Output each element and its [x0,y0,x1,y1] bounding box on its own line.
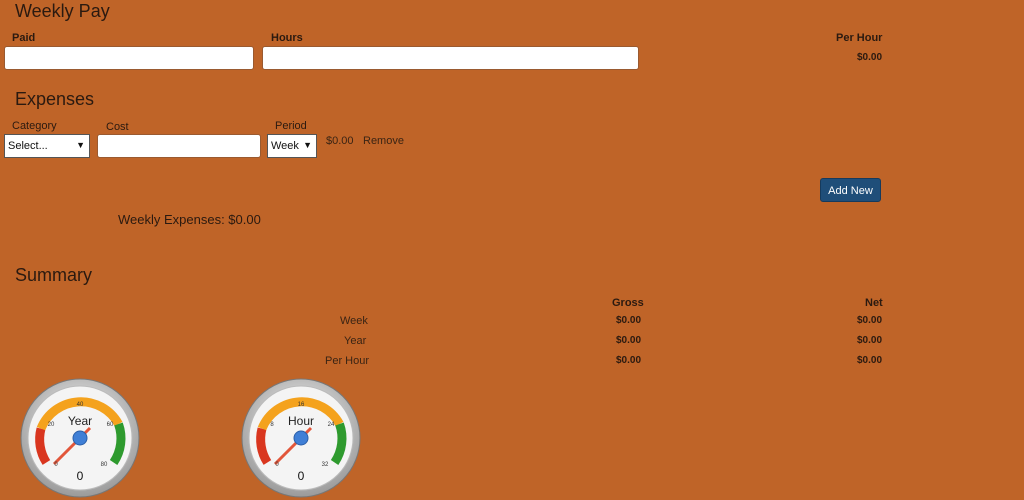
paid-input[interactable] [4,46,254,70]
summary-row-perhour-gross: $0.00 [616,355,642,366]
weekly-expenses-total: Weekly Expenses: $0.00 [118,212,261,227]
summary-row-perhour-label: Per Hour [325,355,370,367]
summary-row-week-net: $0.00 [857,315,883,326]
year-gauge: Year 0 0 20 40 60 80 [20,378,140,498]
add-new-button[interactable]: Add New [820,178,881,202]
chevron-down-icon: ▼ [303,140,312,150]
gauge-tick-label: 16 [298,402,305,408]
per-hour-value: $0.00 [857,52,883,63]
period-label: Period [275,120,307,132]
gauge-tick-label: 80 [101,462,108,468]
per-hour-label: Per Hour [836,32,883,44]
gauge-hub [293,430,309,446]
cost-label: Cost [106,121,129,133]
remove-link[interactable]: Remove [363,135,404,147]
gauge-tick-label: 20 [48,422,55,428]
hours-input[interactable] [262,46,639,70]
gauge-value: 0 [77,469,84,483]
summary-row-perhour-net: $0.00 [857,355,883,366]
gauge-value: 0 [298,469,305,483]
gauge-tick-label: 40 [77,402,84,408]
gauge-tick-label: 60 [107,422,114,428]
cost-input[interactable] [97,134,261,158]
summary-row-year-label: Year [344,335,367,347]
gauge-tick-label: 24 [328,422,335,428]
category-select[interactable]: Select... ▼ [4,134,90,158]
hour-gauge: Hour 0 0 8 16 24 32 [241,378,361,498]
chevron-down-icon: ▼ [76,140,85,150]
hours-label: Hours [271,32,303,44]
paid-label: Paid [12,32,36,44]
period-select[interactable]: Week ▼ [267,134,317,158]
gauge-title: Hour [288,414,314,428]
gauge-tick-label: 32 [322,462,329,468]
summary-row-year-net: $0.00 [857,335,883,346]
category-label: Category [12,120,57,132]
category-select-value: Select... [8,140,48,152]
summary-row-year-gross: $0.00 [616,335,642,346]
expenses-title: Expenses [15,89,95,109]
gauge-title: Year [68,414,92,428]
gauge-hub [72,430,88,446]
expense-amount: $0.00 [326,135,354,147]
period-select-value: Week [271,140,299,152]
summary-row-week-label: Week [340,315,368,327]
summary-row-week-gross: $0.00 [616,315,642,326]
weekly-pay-title: Weekly Pay [15,1,110,21]
gross-header: Gross [612,297,644,309]
summary-title: Summary [15,265,93,285]
net-header: Net [865,297,883,309]
